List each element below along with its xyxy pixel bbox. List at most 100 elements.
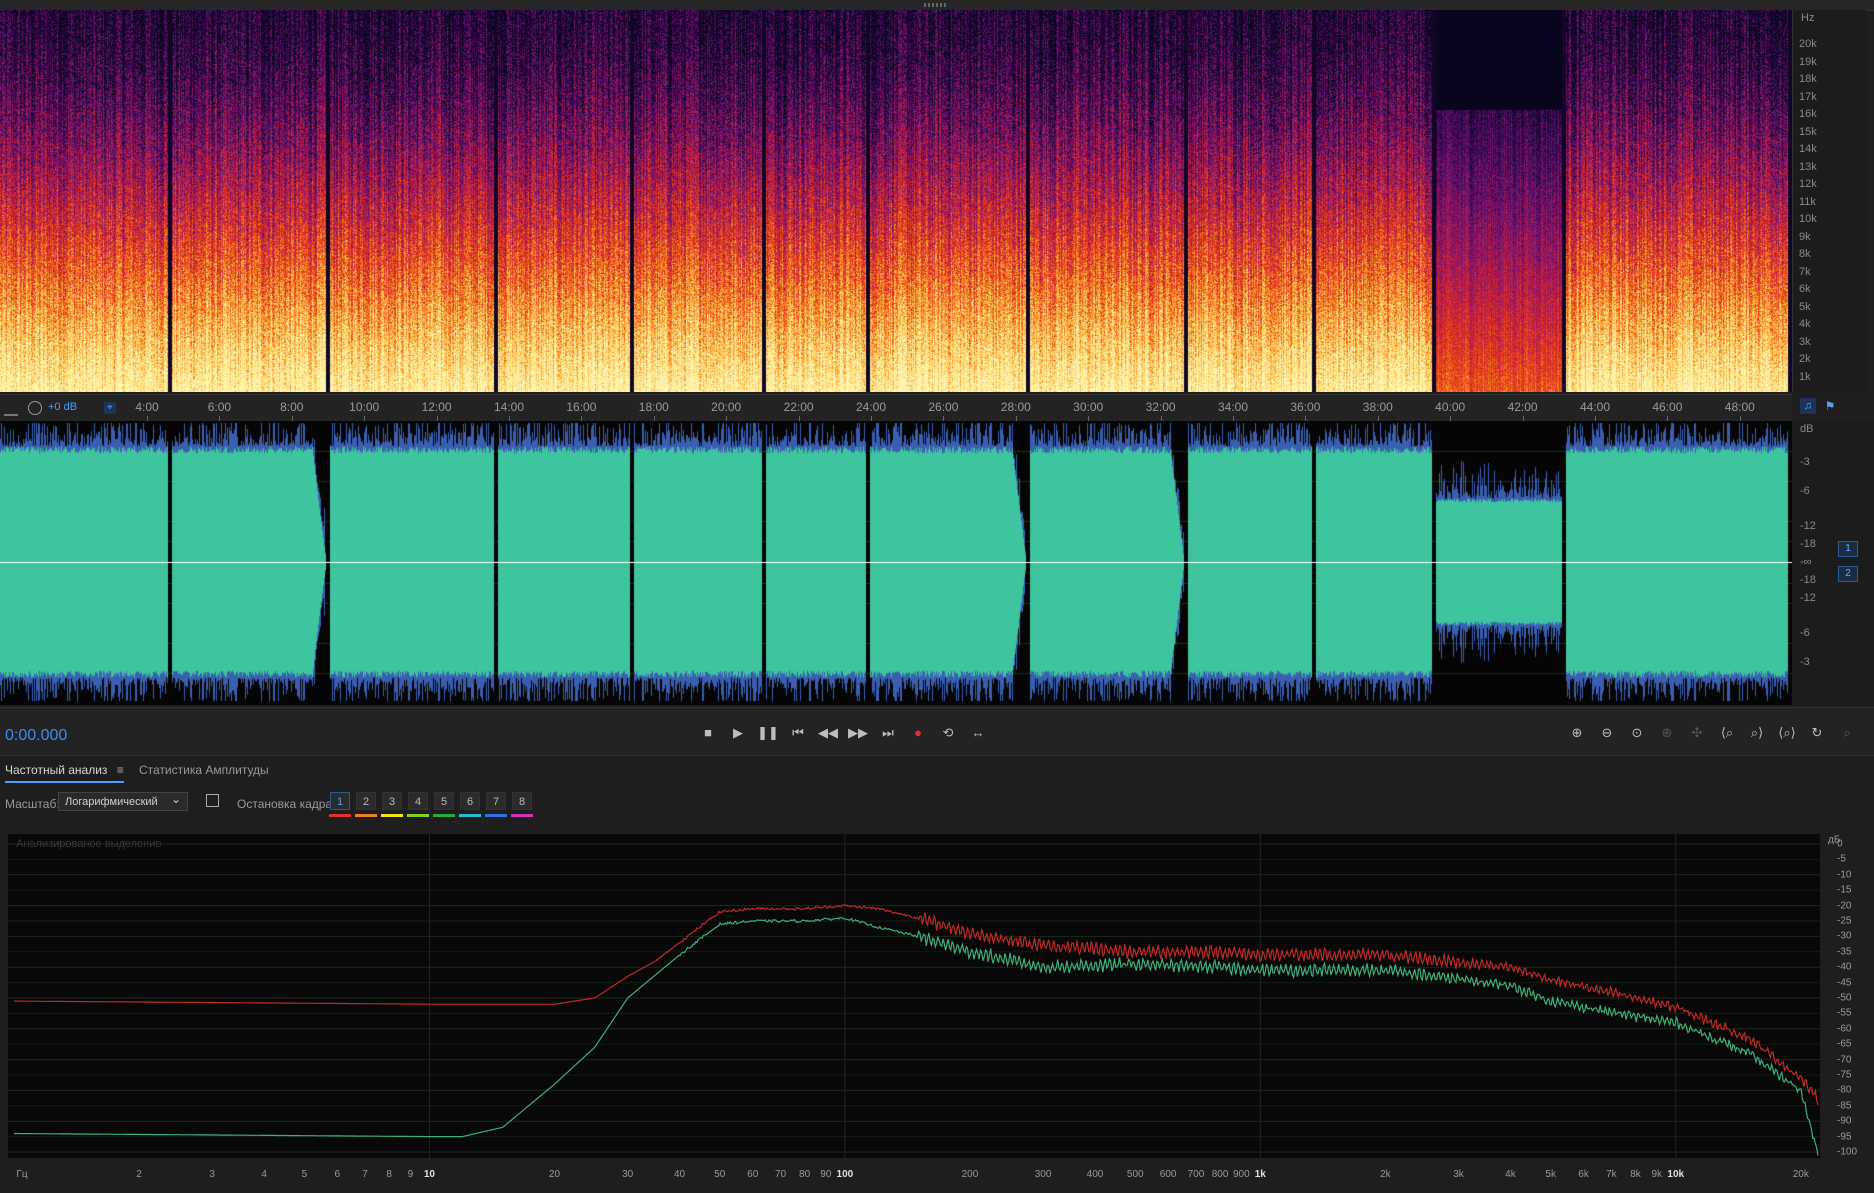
- headphones-icon[interactable]: ♫: [1800, 398, 1816, 414]
- hz-tick-label: 70: [774, 1169, 787, 1180]
- zoom-full-button[interactable]: ⟨⌕⟩: [1776, 724, 1798, 742]
- gain-value[interactable]: +0 dB: [48, 401, 77, 413]
- db-tick-label: -5: [1837, 853, 1846, 865]
- time-ruler[interactable]: ⌖ 4:00 6:00 8:00 10:00 12:00 14:00 16:00 18:00 2…: [0, 394, 1792, 422]
- gain-knob-icon[interactable]: [28, 401, 42, 415]
- tab-amplitude-statistics[interactable]: Статистика Амплитуды: [139, 763, 269, 777]
- freeze-frame-7-button[interactable]: 7: [486, 792, 506, 810]
- time-tick-label: 40:00: [1435, 400, 1466, 414]
- hz-tick-label: 3: [209, 1169, 215, 1180]
- zoom-reset-button[interactable]: ⊙: [1626, 724, 1648, 742]
- zoom-in-time-icon: ⊕: [1661, 725, 1673, 740]
- loop-button[interactable]: ⟲: [937, 724, 959, 742]
- zoom-full-icon: ⟨⌕⟩: [1778, 725, 1796, 740]
- zoom-out-time-button[interactable]: ⌕: [1836, 724, 1858, 742]
- hz-tick-label: 200: [961, 1169, 979, 1180]
- db-tick-label: -85: [1837, 1100, 1852, 1112]
- channel-1-toggle[interactable]: 1: [1838, 541, 1858, 557]
- hz-tick-label: 100: [836, 1169, 854, 1180]
- time-tick-label: 28:00: [1000, 400, 1031, 414]
- stop-button[interactable]: ■: [697, 724, 719, 742]
- resize-grip[interactable]: [924, 3, 948, 7]
- db-tick-label: -70: [1837, 1054, 1852, 1066]
- freq-tick-label: 13k: [1799, 160, 1817, 173]
- frequency-axis: Гц 2 3 4 5 6 7 8 9 10 20 30 40 50 60 70 80 90 100 200 300 400…: [0, 1158, 1874, 1192]
- goto-end-button[interactable]: ⏭: [877, 724, 899, 742]
- marker-icon[interactable]: ⚑: [1822, 398, 1838, 414]
- spectral-frequency-ruler: Hz 20k 19k 18k 17k 16k 15k 14k 13k 12k 11k 10k 9k 8k…: [1792, 10, 1867, 392]
- frequency-plot[interactable]: [8, 834, 1820, 1158]
- db-tick-label: -35: [1837, 946, 1852, 958]
- hz-tick-label: 900: [1232, 1169, 1250, 1180]
- freq-tick-label: 7k: [1799, 265, 1811, 278]
- zoom-right-button[interactable]: ⌕⟩: [1746, 724, 1768, 742]
- amp-tick-label: -12: [1800, 520, 1816, 532]
- play-button[interactable]: ▶: [727, 724, 749, 742]
- spectral-display[interactable]: [0, 10, 1792, 392]
- scale-dropdown[interactable]: Логарифмический: [58, 790, 188, 811]
- spectrogram-canvas[interactable]: [0, 10, 1792, 392]
- skip-selection-icon: ↔: [971, 725, 985, 740]
- freeze-frame-2-button[interactable]: 2: [356, 792, 376, 810]
- waveform-display[interactable]: [0, 421, 1792, 705]
- record-button[interactable]: ●: [907, 724, 929, 742]
- hz-tick-label: 5: [301, 1169, 308, 1180]
- pause-button[interactable]: ❚❚: [757, 724, 779, 742]
- db-tick-label: -65: [1837, 1038, 1852, 1050]
- pin-icon[interactable]: ⌖: [104, 402, 116, 414]
- channel-2-toggle[interactable]: 2: [1838, 566, 1858, 582]
- freeze-frame-4-button[interactable]: 4: [408, 792, 428, 810]
- time-tick-label: 24:00: [855, 400, 887, 414]
- hz-tick-label: Гц: [16, 1169, 28, 1180]
- amp-tick-label: -3: [1800, 656, 1810, 668]
- hz-tick-label: 2: [136, 1169, 142, 1180]
- freeze-frame-8-button[interactable]: 8: [512, 792, 532, 810]
- frequency-chart[interactable]: [8, 834, 1820, 1158]
- tab-frequency-analysis[interactable]: Частотный анализ ≡: [5, 763, 124, 783]
- hz-tick-label: 40: [673, 1169, 686, 1180]
- goto-start-button[interactable]: ⏮: [787, 724, 809, 742]
- fast-forward-button[interactable]: ▶▶: [847, 724, 869, 742]
- zoom-out-amplitude-button[interactable]: ⊖: [1596, 724, 1618, 742]
- freeze-frame-5-button[interactable]: 5: [434, 792, 454, 810]
- waveform-canvas[interactable]: [0, 421, 1792, 705]
- hz-tick-label: 800: [1211, 1169, 1229, 1180]
- hz-tick-label: 600: [1159, 1169, 1177, 1180]
- zoom-selection-button[interactable]: ✣: [1686, 724, 1708, 742]
- time-tick-label: 4:00: [135, 400, 159, 414]
- time-tick-label: 22:00: [783, 400, 814, 414]
- freeze-frame-3-button[interactable]: 3: [382, 792, 402, 810]
- timecode-display[interactable]: 0:00.000: [5, 727, 67, 745]
- skip-forward-icon: ⏭: [882, 725, 894, 740]
- time-tick-label: 32:00: [1145, 400, 1176, 414]
- hz-tick-label: 6: [334, 1169, 341, 1180]
- zoom-right-icon: ⌕⟩: [1750, 725, 1764, 740]
- amp-tick-label: -∞: [1800, 556, 1812, 568]
- hz-tick-label: 8: [386, 1169, 392, 1180]
- copy-icon[interactable]: [206, 794, 219, 807]
- zoom-in-amplitude-button[interactable]: ⊕: [1566, 724, 1588, 742]
- menu-icon[interactable]: ≡: [117, 763, 124, 777]
- db-tick-label: 0: [1837, 838, 1843, 850]
- hz-tick-label: 20: [548, 1169, 561, 1180]
- freq-tick-label: 20k: [1799, 38, 1817, 50]
- db-tick-label: -60: [1837, 1023, 1852, 1035]
- zoom-out-full-button[interactable]: ↻: [1806, 724, 1828, 742]
- zoom-in-icon: ⊕: [1571, 725, 1583, 740]
- hz-tick-label: 30: [622, 1169, 634, 1180]
- zoom-in-time-button[interactable]: ⊕: [1656, 724, 1678, 742]
- level-meter-icon[interactable]: [4, 402, 18, 416]
- db-tick-label: -30: [1837, 930, 1852, 942]
- freeze-frame-color-swatch: [355, 814, 377, 817]
- amp-tick-label: -6: [1800, 627, 1810, 639]
- rewind-button[interactable]: ◀◀: [817, 724, 839, 742]
- db-tick-label: -40: [1837, 961, 1852, 973]
- amp-unit: dB: [1800, 423, 1814, 435]
- skip-selection-button[interactable]: ↔: [967, 724, 989, 742]
- time-tick-label: 44:00: [1579, 400, 1611, 414]
- hz-tick-label: 4: [261, 1169, 267, 1180]
- zoom-left-button[interactable]: ⟨⌕: [1716, 724, 1738, 742]
- freeze-frame-6-button[interactable]: 6: [460, 792, 480, 810]
- db-tick-label: -15: [1837, 884, 1852, 896]
- freeze-frame-1-button[interactable]: 1: [330, 792, 350, 810]
